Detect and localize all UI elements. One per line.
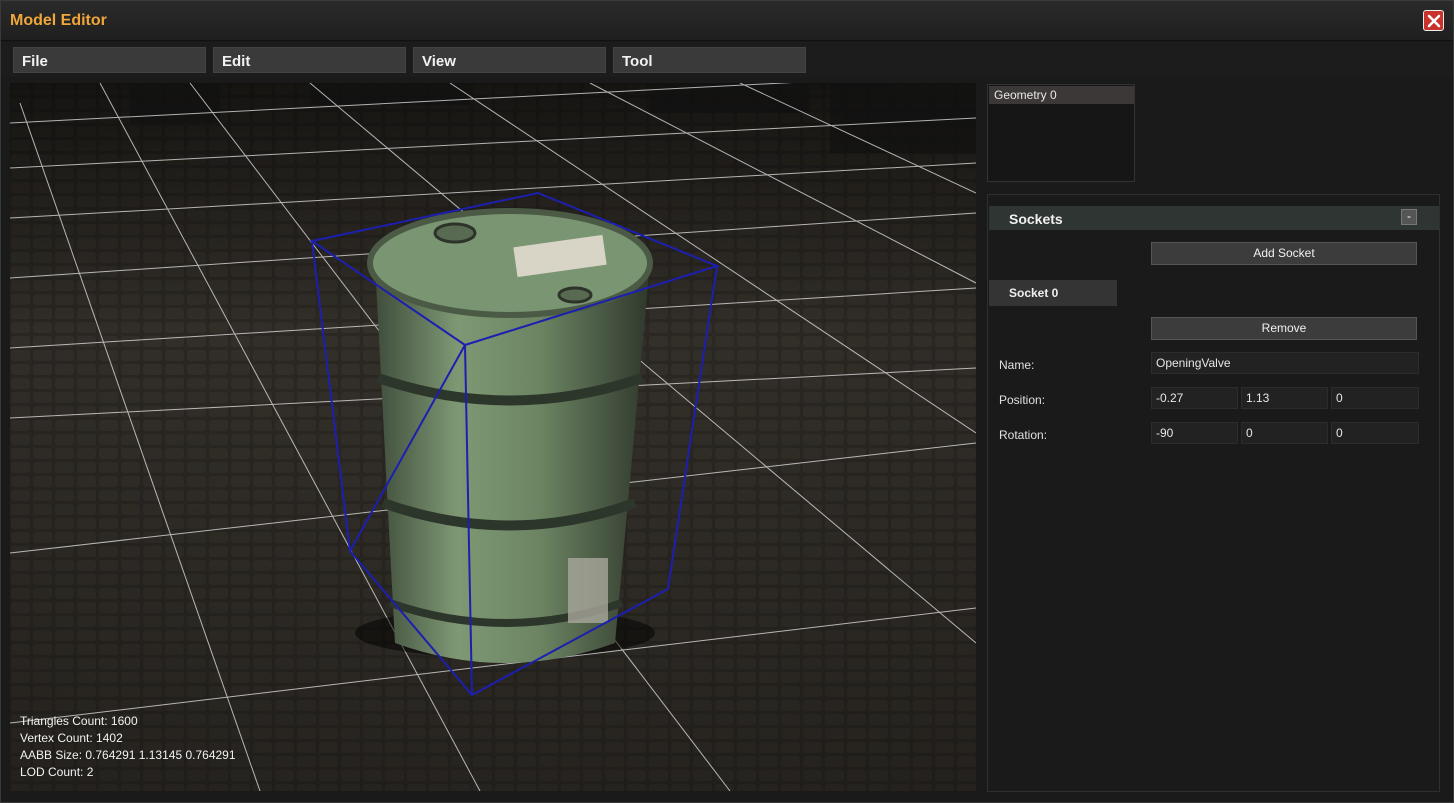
3d-viewport[interactable]: Triangles Count: 1600 Vertex Count: 1402… (10, 83, 976, 791)
title-bar: Model Editor (1, 1, 1453, 41)
sockets-title: Sockets (1009, 211, 1063, 227)
position-label: Position: (999, 393, 1046, 407)
barrel-model (355, 208, 655, 663)
vertex-count: Vertex Count: 1402 (20, 731, 123, 745)
position-x-field[interactable] (1151, 387, 1238, 409)
menu-bar: File Edit View Tool (1, 42, 1453, 77)
viewport-scene (10, 83, 976, 791)
geometry-list[interactable]: Geometry 0 (987, 84, 1135, 182)
sockets-panel: Sockets - Add Socket Socket 0 Remove Nam… (987, 194, 1440, 792)
model-editor-window: Model Editor File Edit View Tool Triangl… (0, 0, 1454, 803)
sockets-header: Sockets - (989, 206, 1439, 230)
close-button[interactable] (1423, 10, 1444, 31)
menu-view[interactable]: View (413, 47, 606, 73)
socket-name-field[interactable] (1151, 352, 1419, 374)
window-title: Model Editor (10, 12, 107, 29)
model-stats: Triangles Count: 1600 Vertex Count: 1402… (20, 713, 236, 781)
tab-socket-0[interactable]: Socket 0 (989, 280, 1117, 306)
menu-file[interactable]: File (13, 47, 206, 73)
name-label: Name: (999, 358, 1035, 372)
rotation-z-field[interactable] (1331, 422, 1419, 444)
position-y-field[interactable] (1241, 387, 1328, 409)
collapse-button[interactable]: - (1401, 209, 1417, 225)
close-icon (1427, 14, 1441, 28)
position-z-field[interactable] (1331, 387, 1419, 409)
rotation-y-field[interactable] (1241, 422, 1328, 444)
geometry-item[interactable]: Geometry 0 (989, 86, 1134, 104)
triangles-count: Triangles Count: 1600 (20, 714, 138, 728)
remove-socket-button[interactable]: Remove (1151, 317, 1417, 340)
rotation-label: Rotation: (999, 428, 1048, 442)
rotation-x-field[interactable] (1151, 422, 1238, 444)
aabb-size: AABB Size: 0.764291 1.13145 0.764291 (20, 748, 236, 762)
lod-count: LOD Count: 2 (20, 765, 94, 779)
add-socket-button[interactable]: Add Socket (1151, 242, 1417, 265)
menu-edit[interactable]: Edit (213, 47, 406, 73)
menu-tool[interactable]: Tool (613, 47, 806, 73)
